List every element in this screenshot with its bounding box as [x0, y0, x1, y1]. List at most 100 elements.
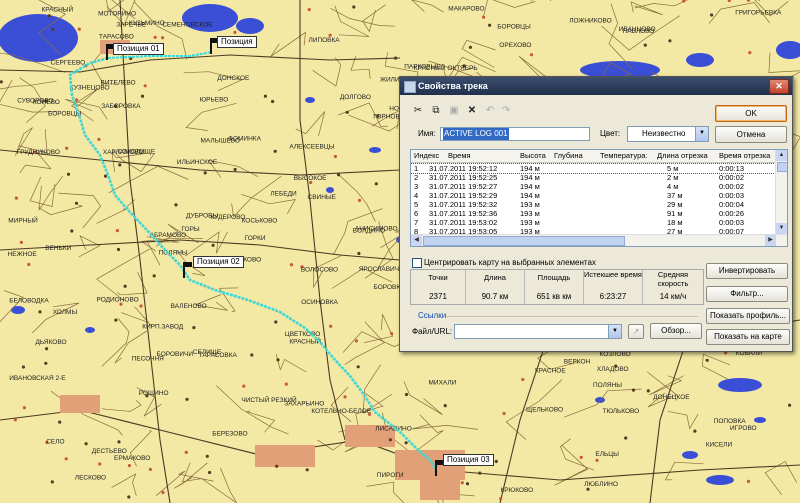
close-button[interactable]: ✕: [769, 79, 789, 94]
settlement-dot: [116, 247, 121, 252]
place-label: ЛЮБЛИНО: [584, 481, 618, 488]
place-label: КОЗЛОВО: [600, 351, 631, 358]
position-label: Позиция: [217, 36, 257, 48]
settlement-dot: [84, 442, 88, 446]
place-label: КУДЕРОВО: [210, 214, 245, 221]
place-label: БЕРЕЗОВО: [212, 431, 247, 438]
place-label: ЕЛЬЦЫ: [595, 451, 619, 458]
file-url-field[interactable]: ▼: [454, 324, 622, 339]
stat-value: 2371: [429, 292, 447, 301]
table-row[interactable]: 1 31.07.2011 19:52:12 194 м 5 м 0:00:13: [411, 163, 776, 174]
settlement-dot: [284, 382, 288, 386]
ok-button[interactable]: OK: [715, 105, 787, 122]
window-icon: [404, 81, 416, 93]
column-header[interactable]: Время: [448, 151, 471, 160]
place-label: МИХАЛИ: [429, 379, 457, 386]
settlement-dot: [152, 274, 156, 278]
column-header[interactable]: Высота: [520, 151, 546, 160]
show-on-map-button[interactable]: Показать на карте: [706, 329, 790, 345]
table-row[interactable]: 4 31.07.2011 19:52:29 194 м 37 м 0:00:03: [411, 191, 775, 200]
column-header[interactable]: Глубина: [554, 151, 583, 160]
table-cell: 2 м: [667, 173, 679, 182]
settlement-dot: [50, 480, 54, 484]
settlement-dot: [388, 438, 392, 442]
table-row[interactable]: 3 31.07.2011 19:52:27 194 м 4 м 0:00:02: [411, 182, 775, 191]
color-select[interactable]: Неизвестно ▼: [627, 126, 709, 142]
column-header[interactable]: Время отрезка: [719, 151, 770, 160]
table-row[interactable]: 6 31.07.2011 19:52:36 193 м 91 м 0:00:26: [411, 209, 775, 218]
stat-header: Точки: [428, 273, 448, 282]
settlement-dot: [343, 395, 347, 399]
filter-button[interactable]: Фильтр...: [706, 286, 788, 302]
delete-icon[interactable]: ✕: [466, 105, 478, 117]
file-url-label: Файл/URL:: [412, 327, 453, 336]
place-label: ЕРМАКОВО: [114, 455, 150, 462]
scroll-left-icon[interactable]: ◀: [411, 235, 422, 246]
scroll-down-icon[interactable]: ▼: [776, 223, 787, 234]
stat-area: Площадь 651 кв км: [525, 270, 584, 304]
column-header[interactable]: Длина отрезка: [657, 151, 708, 160]
settlement-dot: [14, 196, 18, 200]
place-label: ЩЕЛЬКОВО: [526, 407, 563, 414]
settlement-dot: [710, 13, 714, 17]
place-label: ОСИНОВКА: [301, 299, 338, 306]
column-header[interactable]: Индекс: [414, 151, 439, 160]
cut-icon[interactable]: ✂: [412, 105, 424, 117]
table-row[interactable]: 7 31.07.2011 19:53:02 193 м 18 м 0:00:03: [411, 218, 775, 227]
place-label: КУЗЬМИНО: [129, 20, 165, 27]
redo-icon[interactable]: ↷: [500, 105, 512, 117]
table-cell: 7: [414, 218, 419, 227]
browse-button[interactable]: Обзор...: [650, 323, 702, 339]
settlement-dot: [631, 388, 636, 392]
settlement-dot: [148, 467, 152, 471]
settlement-dot: [115, 229, 119, 233]
settlement-dot: [77, 27, 81, 31]
column-header[interactable]: Температура:: [600, 151, 648, 160]
hscroll-thumb[interactable]: [423, 236, 625, 246]
scroll-up-icon[interactable]: ▲: [776, 150, 787, 161]
settlement-dot: [19, 240, 23, 244]
dialog-titlebar[interactable]: Свойства трека ✕: [400, 77, 792, 95]
stat-value: 6:23:27: [599, 292, 627, 301]
divider: [446, 316, 698, 317]
copy-icon[interactable]: ⧉: [430, 105, 442, 117]
horizontal-scrollbar[interactable]: ◀ ▶: [411, 234, 787, 246]
invert-button[interactable]: Инвертировать: [706, 263, 788, 279]
name-value: ACTIVE LOG 001: [443, 128, 509, 140]
settlement-dot: [352, 5, 356, 9]
place-label: ИГРОВО: [730, 425, 757, 432]
color-label: Цвет:: [600, 129, 621, 138]
stat-points: Точки 2371: [411, 270, 466, 304]
cancel-button[interactable]: Отмена: [715, 126, 787, 143]
scroll-thumb[interactable]: [777, 162, 787, 172]
table-cell: 193 м: [520, 218, 540, 227]
links-label[interactable]: Ссылки: [418, 311, 446, 320]
table-row[interactable]: 2 31.07.2011 19:52:25 194 м 2 м 0:00:02: [411, 173, 775, 182]
chevron-down-icon[interactable]: ▼: [608, 325, 621, 338]
dialog-title: Свойства трека: [418, 81, 488, 91]
settlement-dot: [307, 8, 311, 12]
stat-header: Длина: [484, 273, 506, 282]
vertical-scrollbar[interactable]: ▲ ▼: [775, 150, 787, 234]
place-label: КОТЕЛЬНО-БЕЛОЕ: [311, 408, 371, 415]
settlement-dot: [460, 481, 464, 485]
settlement-dot: [494, 459, 498, 463]
place-label: КОСЬКОВО: [242, 217, 278, 224]
go-icon[interactable]: ↗: [628, 324, 644, 339]
scroll-right-icon[interactable]: ▶: [765, 235, 776, 246]
table-row[interactable]: 5 31.07.2011 19:52:32 193 м 29 м 0:00:04: [411, 200, 775, 209]
trackpoint-table[interactable]: Индекс Время Высота Глубина Температура:…: [410, 149, 788, 247]
place-label: ВИТЕЛЕВО: [101, 80, 136, 87]
table-cell: 18 м: [667, 218, 683, 227]
show-profile-button[interactable]: Показать профиль...: [706, 308, 790, 324]
settlement-dot: [374, 182, 378, 186]
name-field[interactable]: ACTIVE LOG 001: [440, 127, 590, 141]
chevron-down-icon[interactable]: ▼: [695, 127, 708, 141]
undo-icon[interactable]: ↶: [484, 105, 496, 117]
table-cell: 0:00:26: [719, 209, 745, 218]
paste-icon[interactable]: ▣: [448, 105, 460, 117]
settlement-dot: [668, 39, 672, 43]
center-map-checkbox[interactable]: [412, 258, 422, 268]
place-label: СУВОРОВО: [17, 97, 53, 104]
settlement-dot: [161, 36, 165, 40]
